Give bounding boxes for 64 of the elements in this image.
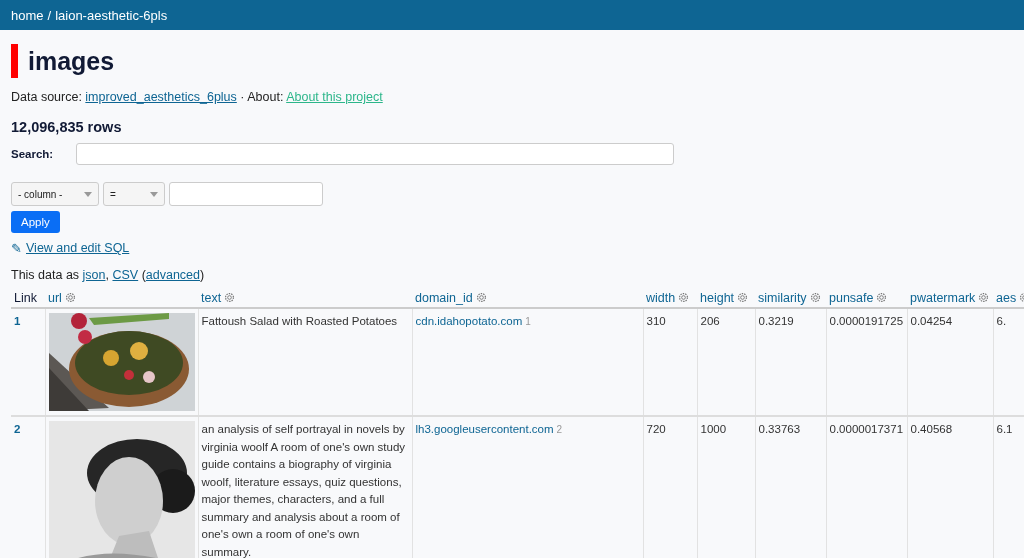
metadata-text: Data source: xyxy=(11,90,83,104)
column-header[interactable]: domain_id xyxy=(415,291,473,305)
search-label: Search: xyxy=(11,148,55,160)
settings-icon[interactable] xyxy=(876,292,888,303)
table-cell: 206 xyxy=(700,315,720,327)
breadcrumb-separator: / xyxy=(47,7,52,23)
metadata-text: · About: xyxy=(239,90,285,104)
caret-icon xyxy=(84,191,92,197)
table-cell: 6. xyxy=(996,315,1007,327)
table-cell: an analysis of self portrayal in novels by virginia woolf A room of one's own study guide contains a biography of virginia woolf, literature essays, quiz questions, major themes, characters, and a full summary and analysis about a room of one's own a room of one's own summary. xyxy=(201,423,406,558)
export-text: This data as xyxy=(11,268,81,282)
apply-button[interactable]: Apply xyxy=(11,211,60,233)
settings-icon[interactable] xyxy=(978,292,990,303)
table-cell: 0.0000017371 xyxy=(829,423,904,435)
table-cell: 1000 xyxy=(700,423,727,435)
filter-value-field[interactable] xyxy=(169,182,323,206)
export-link[interactable]: json xyxy=(82,268,106,282)
column-header[interactable]: pwatermark xyxy=(910,291,976,305)
view-sql-link[interactable]: View and edit SQL xyxy=(26,241,130,256)
column-header[interactable]: text xyxy=(201,291,222,305)
column-header[interactable]: punsafe xyxy=(829,291,874,305)
export-text: , xyxy=(105,268,110,282)
column-header[interactable]: height xyxy=(700,291,735,305)
settings-icon[interactable] xyxy=(224,292,236,303)
pencil-icon: ✎ xyxy=(11,241,22,256)
column-header[interactable]: aes xyxy=(996,291,1017,305)
row-link[interactable]: 2 xyxy=(14,423,21,435)
table-cell: 0.33763 xyxy=(758,423,801,435)
export-link[interactable]: CSV xyxy=(112,268,139,282)
metadata-link[interactable]: improved_aesthetics_6plus xyxy=(85,90,237,104)
settings-icon[interactable] xyxy=(809,292,821,303)
breadcrumb-link[interactable]: laion-aesthetic-6pls xyxy=(55,7,168,23)
settings-icon[interactable] xyxy=(475,292,487,303)
caret-icon xyxy=(150,191,158,197)
row-count: 12,096,835 rows xyxy=(11,119,123,135)
table-cell: 6.1 xyxy=(996,423,1013,435)
table-cell: 0.0000191725 xyxy=(829,315,904,327)
export-text: ) xyxy=(200,268,205,282)
search-field[interactable] xyxy=(76,143,674,165)
page-title: images xyxy=(28,46,115,76)
table-cell: 0.04254 xyxy=(910,315,953,327)
export-link[interactable]: advanced xyxy=(145,268,201,282)
table-cell: 0.3219 xyxy=(758,315,794,327)
settings-icon[interactable] xyxy=(678,292,690,303)
settings-icon[interactable] xyxy=(737,292,749,303)
column-header: Link xyxy=(14,291,37,305)
breadcrumb-link[interactable]: home xyxy=(11,7,44,23)
table-cell: 720 xyxy=(646,423,666,435)
domain-id: 2 xyxy=(556,424,563,435)
column-header[interactable]: width xyxy=(646,291,676,305)
domain-link[interactable]: cdn.idahopotato.com xyxy=(415,315,523,327)
title-accent-bar xyxy=(11,44,18,78)
column-header[interactable]: url xyxy=(48,291,62,305)
table-cell: 310 xyxy=(646,315,666,327)
settings-icon[interactable] xyxy=(64,292,76,303)
domain-id: 1 xyxy=(525,316,531,327)
column-select[interactable]: - column - xyxy=(11,182,99,206)
table-cell: 0.40568 xyxy=(910,423,953,435)
table-cell: Fattoush Salad with Roasted Potatoes xyxy=(201,315,398,327)
domain-link[interactable]: lh3.googleusercontent.com xyxy=(415,423,554,435)
export-text: ( xyxy=(140,268,146,282)
operator-select[interactable]: = xyxy=(103,182,165,206)
column-header[interactable]: similarity xyxy=(758,291,807,305)
row-link[interactable]: 1 xyxy=(14,315,21,327)
